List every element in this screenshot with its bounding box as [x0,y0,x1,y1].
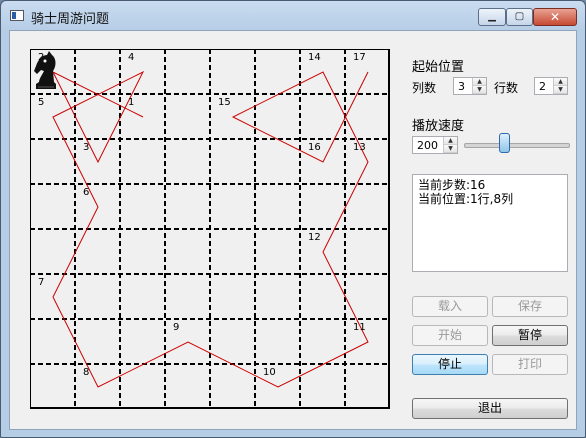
step-label: 9 [173,322,180,333]
step-label: 3 [83,142,90,153]
close-button[interactable]: ✕ [533,8,577,26]
main-window: 骑士周游问题 ▁ ▢ ✕ 2 4 14 17 5 1 15 3 16 13 6 12 7 9 11 8 10 起… [0,0,586,438]
start-position-heading: 起始位置 [412,60,465,75]
save-button[interactable]: 保存 [492,296,568,317]
step-label: 1 [128,97,135,108]
speed-slider-track[interactable] [464,143,570,148]
status-box: 当前步数:16 当前位置:1行,8列 [412,174,568,272]
row-value: 2 [539,80,546,93]
print-button[interactable]: 打印 [492,354,568,375]
step-label: 5 [38,97,45,108]
row-label: 行数 [494,81,519,95]
title-bar[interactable]: 骑士周游问题 ▁ ▢ ✕ [1,1,585,29]
chessboard-canvas [30,49,390,409]
step-label: 7 [38,277,45,288]
step-label: 16 [308,142,321,153]
start-button[interactable]: 开始 [412,325,488,346]
step-label: 11 [353,322,366,333]
client-area: 2414175115316136127911810 起始位置 列数 3 ▲▼ 行… [9,30,577,430]
speed-spinbox[interactable]: 200 ▲ ▼ [412,136,458,154]
speed-heading: 播放速度 [412,119,465,134]
stop-button[interactable]: 停止 [412,354,488,375]
speed-slider-thumb[interactable] [499,133,510,153]
step-label: 12 [308,232,321,243]
col-label: 列数 [412,81,437,95]
step-label: 10 [263,367,276,378]
current-step-text: 当前步数:16 [418,178,486,192]
exit-button[interactable]: 退出 [412,398,568,419]
chessboard[interactable]: 2414175115316136127911810 [30,49,390,409]
col-up-arrow-icon[interactable]: ▲ [473,78,486,86]
maximize-button[interactable]: ▢ [506,8,533,26]
app-icon [10,10,24,21]
col-value: 3 [458,80,465,93]
row-up-arrow-icon[interactable]: ▲ [554,78,567,86]
speed-value: 200 [417,139,438,152]
step-label: 6 [83,187,90,198]
speed-up-arrow-icon[interactable]: ▲ [444,137,457,145]
col-down-arrow-icon[interactable]: ▼ [473,86,486,94]
step-label: 13 [353,142,366,153]
current-position-text: 当前位置:1行,8列 [418,192,514,206]
minimize-button[interactable]: ▁ [478,8,506,26]
window-title: 骑士周游问题 [31,12,110,27]
knight-piece-icon [34,51,56,89]
step-label: 4 [128,52,135,63]
row-spinbox[interactable]: 2 ▲ ▼ [534,77,568,95]
load-button[interactable]: 载入 [412,296,488,317]
step-label: 8 [83,367,90,378]
step-label: 14 [308,52,321,63]
speed-down-arrow-icon[interactable]: ▼ [444,145,457,153]
col-spinbox[interactable]: 3 ▲ ▼ [453,77,487,95]
row-down-arrow-icon[interactable]: ▼ [554,86,567,94]
step-label: 17 [353,52,366,63]
step-label: 15 [218,97,231,108]
pause-button[interactable]: 暂停 [492,325,568,346]
